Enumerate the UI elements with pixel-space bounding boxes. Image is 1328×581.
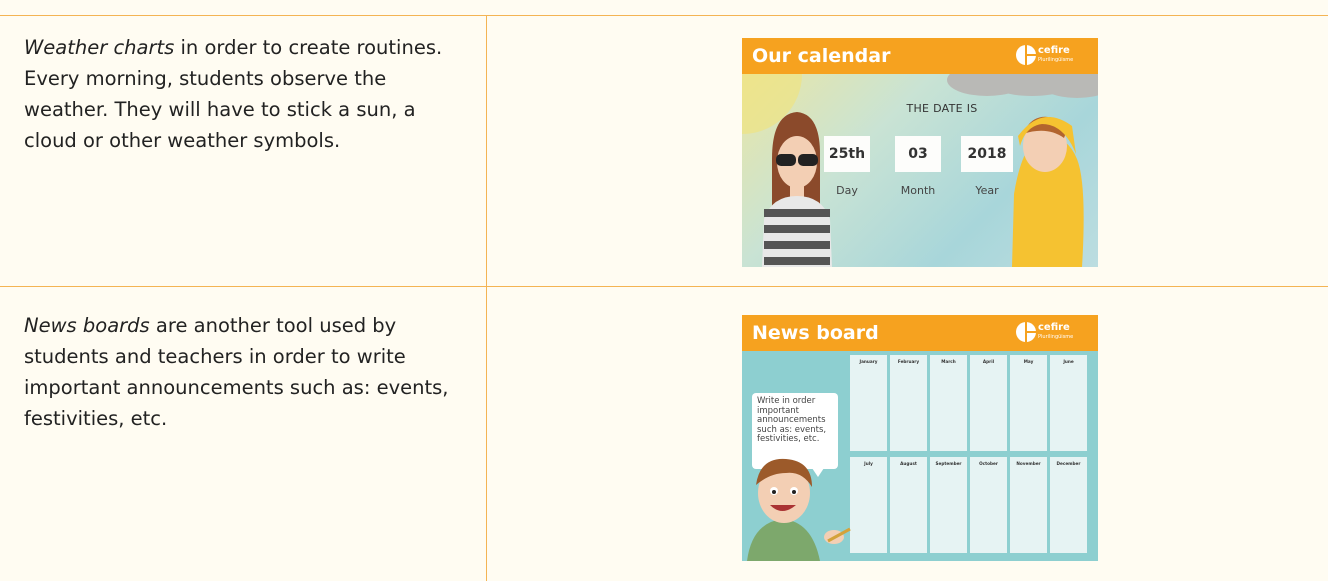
news-title: News board <box>752 322 879 344</box>
calendar-image: Our calendar cefire Plurilingüisme THE D… <box>742 38 1098 267</box>
news-boards-term: News boards <box>24 314 150 337</box>
month-cell-july: July <box>850 457 887 553</box>
month-cell-april: April <box>970 355 1007 451</box>
month-cell-september: September <box>930 457 967 553</box>
month-cell-november: November <box>1010 457 1047 553</box>
month-box: 03 <box>895 136 941 172</box>
boy-illustration <box>747 458 851 561</box>
month-cell-june: June <box>1050 355 1087 451</box>
cloud-icon <box>947 74 1098 98</box>
table-border-top <box>0 15 1328 16</box>
date-title: THE DATE IS <box>906 102 978 115</box>
month-cell-october: October <box>970 457 1007 553</box>
boy-raincoat-illustration <box>1012 116 1084 267</box>
month-grid: January February March April May June July Augu… <box>850 355 1090 559</box>
calendar-title: Our calendar <box>752 45 891 67</box>
month-cell-march: March <box>930 355 967 451</box>
year-box: 2018 <box>961 136 1013 172</box>
month-cell-february: February <box>890 355 927 451</box>
cefire-logo-icon <box>1016 322 1036 342</box>
page: Weather charts in order to create routin… <box>0 0 1328 581</box>
day-box: 25th <box>824 136 870 172</box>
table-row-divider <box>0 286 1328 287</box>
month-cell-may: May <box>1010 355 1047 451</box>
news-banner: News board cefire Plurilingüisme <box>742 315 1098 351</box>
girl-illustration <box>762 112 832 267</box>
cefire-logo: cefire Plurilingüisme <box>1016 45 1086 67</box>
news-board-image: News board cefire Plurilingüisme Write i… <box>742 315 1098 561</box>
table-column-divider <box>486 15 487 581</box>
month-cell-december: December <box>1050 457 1087 553</box>
cefire-logo-icon <box>1016 45 1036 65</box>
cefire-logo-subtext: Plurilingüisme <box>1038 334 1074 340</box>
month-cell-january: January <box>850 355 887 451</box>
cefire-logo-subtext: Plurilingüisme <box>1038 57 1074 63</box>
day-label: Day <box>836 184 858 197</box>
year-label: Year <box>975 184 999 197</box>
cefire-logo-news: cefire Plurilingüisme <box>1016 322 1086 344</box>
weather-charts-description: Weather charts in order to create routin… <box>24 32 464 156</box>
month-cell-august: August <box>890 457 927 553</box>
weather-charts-term: Weather charts <box>24 36 175 59</box>
cefire-logo-text: cefire <box>1038 322 1070 333</box>
news-scene: Write in order important announcements s… <box>742 351 1098 561</box>
calendar-banner: Our calendar cefire Plurilingüisme <box>742 38 1098 74</box>
month-label: Month <box>900 184 936 197</box>
calendar-scene: THE DATE IS 25th 03 2018 Day Month Year <box>742 74 1098 267</box>
cefire-logo-text: cefire <box>1038 45 1070 56</box>
news-boards-description: News boards are another tool used by stu… <box>24 310 464 434</box>
